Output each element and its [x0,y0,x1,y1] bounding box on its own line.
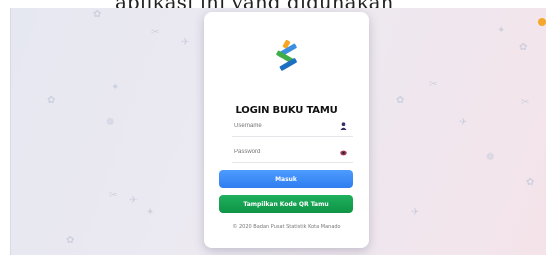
decor-icon: ❁ [106,117,115,128]
user-icon [340,122,347,130]
decor-icon: ❁ [486,152,495,163]
decor-icon: ✂ [521,97,530,108]
login-title: LOGIN BUKU TAMU [235,105,338,116]
decor-icon: ✦ [497,25,506,36]
decor-icon: ✈ [459,117,468,128]
bps-logo-icon [276,39,297,71]
decor-icon: ✂ [109,190,118,201]
decor-icon: ✈ [181,37,190,48]
username-underline [232,136,353,137]
decor-icon: ✿ [93,9,102,20]
decor-icon: ✿ [66,235,75,246]
password-underline [232,162,353,163]
decor-icon: ✂ [429,79,438,90]
decor-icon: ✦ [111,82,120,93]
eye-icon[interactable] [340,149,347,157]
decor-icon: ✿ [396,95,405,106]
show-qr-button[interactable]: Tampilkan Kode QR Tamu [219,195,353,213]
decor-icon: ✈ [129,195,138,206]
decor-icon: ✈ [411,207,420,218]
login-button[interactable]: Masuk [219,170,353,188]
decor-icon: ✿ [519,42,528,53]
decor-icon: ✂ [151,27,160,38]
password-input[interactable] [234,145,354,159]
decor-icon: ✿ [526,177,535,188]
decor-icon: ✿ [47,95,56,106]
decor-icon: ✦ [146,207,155,218]
footer-copyright: © 2020 Badan Pusat Statistik Kota Manado [232,224,341,230]
username-input[interactable] [234,119,354,133]
login-card: LOGIN BUKU TAMU Masuk Tampilkan Kode QR … [204,12,369,248]
accent-dot [538,18,546,26]
